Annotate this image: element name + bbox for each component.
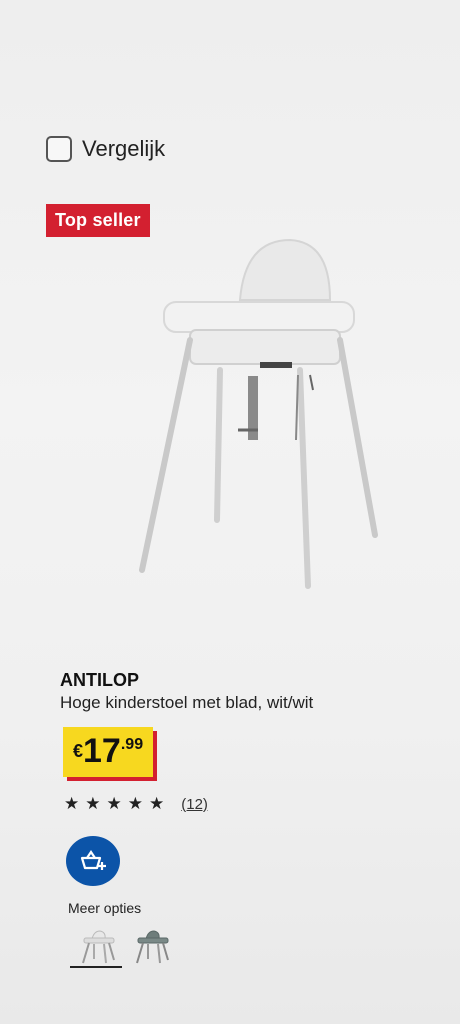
compare-label: Vergelijk: [82, 136, 166, 161]
high-chair-white-icon[interactable]: [78, 925, 118, 965]
review-count[interactable]: (12): [181, 796, 208, 813]
product-description: Hoge kinderstoel met blad, wit/wit: [60, 693, 314, 712]
price-currency: €: [73, 741, 84, 761]
high-chair-icon[interactable]: [120, 230, 400, 600]
add-to-cart-icon: [80, 850, 106, 870]
star-icon: ★: [106, 794, 123, 813]
price-integer: 17: [83, 732, 121, 770]
rating[interactable]: ★ ★ ★ ★ ★ (12): [64, 794, 208, 814]
star-icon: ★: [149, 794, 166, 813]
price-decimals: .99: [120, 736, 144, 753]
selected-variant-indicator: [70, 966, 122, 968]
star-icon: ★: [64, 794, 81, 813]
compare-checkbox[interactable]: [46, 136, 72, 162]
compare-toggle[interactable]: Vergelijk: [46, 136, 165, 162]
star-rating: ★ ★ ★ ★ ★: [64, 794, 165, 814]
more-options-label: Meer opties: [68, 900, 142, 916]
add-to-cart-button[interactable]: [66, 836, 120, 886]
star-icon: ★: [127, 794, 144, 813]
product-name[interactable]: ANTILOP: [60, 670, 139, 691]
star-icon: ★: [85, 794, 102, 813]
price-tag: € 17 .99: [63, 727, 154, 777]
high-chair-grey-icon[interactable]: [132, 925, 172, 965]
